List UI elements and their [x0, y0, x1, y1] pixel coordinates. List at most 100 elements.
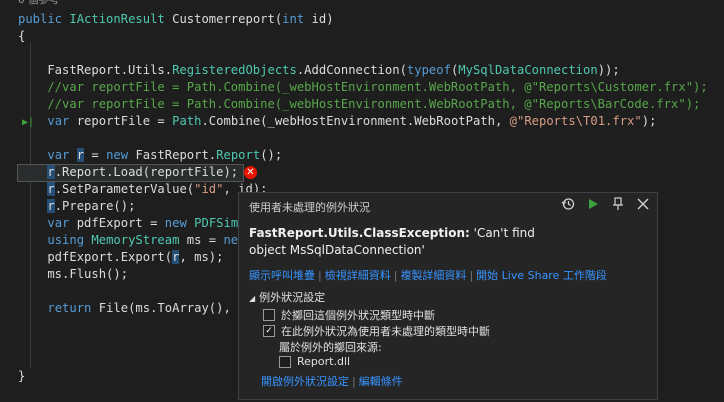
- break-when-unhandled-label: 在此例外狀況為使用者未處理的類型時中斷: [281, 325, 490, 338]
- link-separator: |: [469, 269, 474, 282]
- code-token: return: [47, 301, 99, 315]
- code-token: new: [106, 148, 136, 162]
- code-token: ms =: [186, 233, 224, 247]
- code-token: FastReport.Utils.: [18, 63, 173, 77]
- break-when-thrown-option[interactable]: 於擲回這個例外狀況類型時中斷: [263, 307, 435, 323]
- link-separator: |: [352, 375, 356, 388]
- code-token: r: [47, 182, 55, 196]
- copy-details-link[interactable]: 複製詳細資料: [400, 269, 466, 282]
- code-token: ));: [597, 63, 620, 77]
- link-separator: |: [318, 269, 322, 282]
- code-token: Report: [216, 148, 261, 162]
- report-dll-label: Report.dll: [297, 355, 351, 368]
- code-token: .Combine(_webHostEnvironment.WebRootPath…: [201, 114, 510, 128]
- code-line: pdfExport.Export(r, ms);: [18, 249, 223, 266]
- code-line: var pdfExport = new PDFSimp: [18, 215, 245, 232]
- code-token: .SetParameterValue(: [54, 182, 195, 196]
- code-line: r.SetParameterValue("id", id);: [18, 181, 268, 198]
- break-when-unhandled-checkbox[interactable]: ✓: [263, 325, 275, 337]
- exception-settings-label: 例外狀況設定: [259, 291, 326, 304]
- code-token: .Report.Load(reportFile);: [54, 165, 239, 179]
- code-token: , ms);: [179, 250, 224, 264]
- code-token: Path: [172, 114, 202, 128]
- code-token: var: [47, 216, 77, 230]
- code-token: int: [282, 12, 312, 26]
- code-line: }: [18, 368, 25, 385]
- code-token: MySqlDataConnection: [458, 63, 598, 77]
- code-line: FastReport.Utils.RegisteredObjects.AddCo…: [18, 62, 620, 79]
- history-icon[interactable]: [560, 196, 576, 212]
- code-line: r.Prepare();: [18, 198, 135, 215]
- edit-conditions-link[interactable]: 編輯條件: [359, 375, 403, 388]
- code-token: File(ms.ToArray(),: [98, 301, 239, 315]
- show-call-stack-link[interactable]: 顯示呼叫堆疊: [249, 269, 315, 282]
- code-line: //var reportFile = Path.Combine(_webHost…: [18, 79, 708, 96]
- popup-footer-links: 開啟例外狀況設定 | 編輯條件: [261, 373, 403, 389]
- code-token: {: [18, 29, 26, 43]
- except-from-text: 屬於例外的擲回來源:: [279, 341, 382, 354]
- code-token: pdfExport =: [76, 216, 165, 230]
- code-line: {: [18, 28, 25, 45]
- code-token: }: [18, 369, 26, 383]
- code-token: var: [47, 148, 77, 162]
- code-token: @"Reports\T01.frx": [509, 114, 642, 128]
- code-token: );: [641, 114, 657, 128]
- break-when-thrown-checkbox[interactable]: [263, 309, 275, 321]
- code-token: .Prepare();: [54, 199, 136, 213]
- code-token: public: [18, 12, 70, 26]
- code-token: new: [164, 216, 195, 230]
- report-dll-option[interactable]: Report.dll: [279, 355, 350, 368]
- collapse-triangle-icon[interactable]: ◢: [249, 294, 255, 303]
- code-token: Customerreport(: [172, 12, 283, 26]
- code-token: IActionResult: [69, 12, 173, 26]
- break-when-unhandled-option[interactable]: ✓ 在此例外狀況為使用者未處理的類型時中斷: [263, 323, 490, 339]
- code-token: ms.Flush();: [18, 267, 129, 281]
- code-token: r: [76, 148, 85, 162]
- code-token: ();: [260, 148, 283, 162]
- code-line: return File(ms.ToArray(), "a: [18, 300, 252, 317]
- exception-type: FastReport.Utils.ClassException:: [249, 226, 470, 240]
- exception-settings-header[interactable]: ◢ 例外狀況設定: [249, 289, 325, 305]
- code-token: r: [47, 165, 55, 179]
- code-line: r.Report.Load(reportFile);: [18, 164, 238, 181]
- play-icon[interactable]: [585, 196, 601, 212]
- code-token: pdfExport.Export(: [18, 250, 173, 264]
- code-line: ms.Flush();: [18, 266, 128, 283]
- code-token: var: [47, 114, 77, 128]
- code-token: //var reportFile = Path.Combine(_webHost…: [18, 80, 708, 94]
- link-separator: |: [393, 269, 398, 282]
- code-token: MemoryStream: [91, 233, 187, 247]
- error-icon[interactable]: ✕: [244, 166, 257, 179]
- popup-toolbar: [560, 196, 651, 212]
- report-dll-checkbox[interactable]: [279, 355, 291, 368]
- start-live-share-link[interactable]: 開始 Live Share 工作階段: [476, 269, 607, 282]
- code-line: var r = new FastReport.Report();: [18, 147, 282, 164]
- code-token: typeof: [406, 63, 451, 77]
- reference-count[interactable]: 0 個參考: [18, 0, 60, 9]
- code-token: "id": [194, 182, 224, 196]
- code-token: //var reportFile = Path.Combine(_webHost…: [18, 97, 701, 111]
- code-token: r: [47, 199, 55, 213]
- view-details-link[interactable]: 檢視詳細資料: [325, 269, 391, 282]
- pin-icon[interactable]: [610, 196, 626, 212]
- open-exception-settings-link[interactable]: 開啟例外狀況設定: [261, 375, 349, 388]
- popup-links: 顯示呼叫堆疊 | 檢視詳細資料 | 複製詳細資料 | 開始 Live Share 工作階段: [249, 267, 607, 283]
- code-token: reportFile =: [76, 114, 173, 128]
- code-token: =: [84, 148, 107, 162]
- code-token: using: [47, 233, 92, 247]
- code-token: RegisteredObjects: [172, 63, 297, 77]
- except-from-label: 屬於例外的擲回來源:: [279, 339, 382, 355]
- code-line: var reportFile = Path.Combine(_webHostEn…: [18, 113, 656, 130]
- code-line: public IActionResult Customerreport(int …: [18, 11, 334, 28]
- code-token: FastReport.: [135, 148, 217, 162]
- popup-header: 使用者未處理的例外狀況: [249, 201, 370, 214]
- close-icon[interactable]: [635, 196, 651, 212]
- code-line: using MemoryStream ms = new: [18, 232, 245, 249]
